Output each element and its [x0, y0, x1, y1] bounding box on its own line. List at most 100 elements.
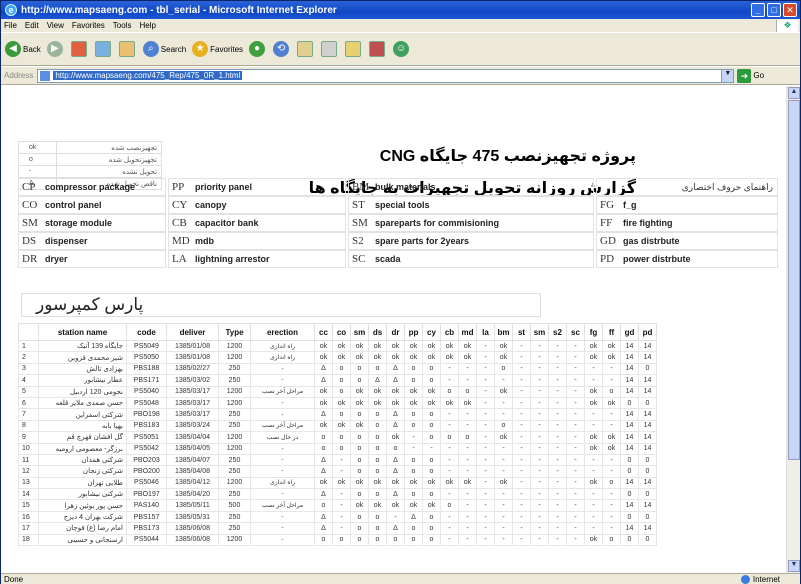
table-cell: o: [350, 488, 369, 501]
address-dropdown-icon[interactable]: ▼: [721, 69, 734, 82]
table-cell: مراحل آخر نصب: [250, 385, 315, 398]
legend-label: تحویل نشده: [56, 165, 162, 178]
table-cell: Δ: [314, 488, 333, 501]
table-cell: برزگر- معصومی ارومیه: [38, 442, 127, 455]
table-cell: ok: [584, 476, 603, 490]
table-cell: ok: [314, 476, 333, 490]
history-button[interactable]: ⟲: [273, 41, 291, 57]
go-button[interactable]: ➜ Go: [737, 68, 764, 83]
table-cell: o: [440, 431, 459, 444]
forward-button[interactable]: ▶: [46, 41, 65, 57]
table-cell: -: [476, 522, 495, 535]
table-cell: Δ: [314, 453, 333, 467]
table-cell: o: [350, 362, 369, 376]
table-cell: -: [530, 362, 549, 376]
table-cell: -: [584, 510, 603, 524]
table-cell: -: [512, 351, 531, 364]
table-cell: 1385/02/27: [166, 362, 219, 376]
menu-help[interactable]: Help: [139, 21, 155, 30]
home-button[interactable]: [118, 41, 137, 57]
table-cell: -: [530, 465, 549, 478]
table-cell: -: [494, 465, 513, 478]
menu-view[interactable]: View: [47, 21, 64, 30]
menu-file[interactable]: File: [4, 21, 17, 30]
table-cell: 250: [218, 419, 251, 433]
table-cell: 10: [18, 442, 39, 455]
table-cell: ok: [422, 385, 441, 398]
minimize-button[interactable]: _: [751, 3, 765, 17]
table-cell: -: [250, 442, 315, 455]
search-button[interactable]: ⌕ Search: [142, 41, 186, 57]
table-cell: -: [250, 408, 315, 421]
table-cell: o: [404, 465, 423, 478]
print-button[interactable]: [321, 41, 339, 57]
legend-row: o تجهیزتحویل شده: [18, 153, 162, 166]
table-cell: -: [458, 488, 477, 501]
favorites-button[interactable]: ★ Favorites: [192, 41, 243, 57]
table-cell: Δ: [404, 510, 423, 524]
table-cell: -: [566, 522, 585, 535]
page-icon: [40, 70, 51, 81]
table-cell: -: [476, 499, 495, 512]
close-button[interactable]: ✕: [783, 3, 797, 17]
menu-bar: File Edit View Favorites Tools Help: [1, 19, 800, 32]
refresh-button[interactable]: [94, 41, 113, 57]
table-cell: o: [422, 522, 441, 535]
table-cell: PS5042: [126, 442, 167, 455]
table-cell: 17: [18, 522, 39, 535]
back-button[interactable]: ◀ Back: [5, 41, 41, 57]
vertical-scrollbar[interactable]: ▲ ▼: [786, 86, 800, 573]
table-cell: ok: [386, 351, 405, 364]
menu-edit[interactable]: Edit: [25, 21, 39, 30]
edit-button[interactable]: [345, 41, 363, 57]
table-cell: o: [368, 453, 387, 467]
messenger-button[interactable]: ☺: [393, 41, 411, 57]
menu-tools[interactable]: Tools: [113, 21, 132, 30]
table-cell: ok: [494, 351, 513, 364]
table-cell: ok: [404, 499, 423, 512]
scroll-up-icon[interactable]: ▲: [788, 87, 800, 99]
table-cell: -: [476, 385, 495, 398]
table-cell: 1200: [218, 431, 251, 444]
table-cell: PBS188: [126, 362, 167, 376]
table-cell: -: [566, 351, 585, 364]
discuss-button[interactable]: [369, 41, 387, 57]
abbreviation-name: compressor package: [45, 182, 136, 192]
table-cell: -: [458, 510, 477, 524]
table-cell: o: [422, 408, 441, 421]
address-input[interactable]: http://www.mapsaeng.com/475_Rep/475_0R_1…: [37, 68, 735, 83]
scroll-down-icon[interactable]: ▼: [788, 560, 800, 572]
stop-button[interactable]: [70, 41, 89, 57]
table-row: 6 حسن صمدی ملایر قلعه PS5048 1385/03/17 1200…: [18, 396, 657, 410]
table-row: 4 عطار نیشابور PBS171 1385/03/02 250- Δo o Δ Δo o…: [18, 374, 657, 387]
abbreviation-code: CP: [22, 181, 36, 193]
abbreviation-name: scada: [375, 254, 401, 264]
mail-button[interactable]: [297, 41, 315, 57]
maximize-button[interactable]: □: [767, 3, 781, 17]
delivery-table: station name code deliver Type erection cc co s…: [18, 323, 657, 547]
table-cell: ok: [314, 351, 333, 364]
media-icon: ●: [249, 41, 266, 57]
table-row: 13 طلایی تهران PS5046 1385/04/12 1200 راه اند…: [18, 476, 657, 490]
table-cell: -: [494, 442, 513, 455]
table-cell: o: [404, 419, 423, 433]
table-cell: o: [368, 522, 387, 535]
table-cell: -: [476, 374, 495, 387]
scroll-thumb[interactable]: [788, 100, 800, 460]
table-cell: 1385/03/02: [166, 374, 219, 387]
address-url[interactable]: http://www.mapsaeng.com/475_Rep/475_0R_1…: [53, 71, 243, 80]
table-cell: 0: [620, 453, 639, 467]
table-row: 9 گل افشان قهرچ قم PS5051 1385/04/04 1200 در …: [18, 431, 657, 444]
abbreviation-code: DR: [22, 253, 38, 265]
table-cell: -: [566, 385, 585, 398]
abbreviation-item: CY canopy: [168, 196, 346, 214]
column-header: ds: [368, 323, 387, 341]
table-row: 12 شرکتی زنجان PBO200 1385/04/08 250- Δ - o o Δo o…: [18, 465, 657, 478]
table-cell: 14: [620, 351, 639, 364]
table-cell: -: [476, 476, 495, 490]
abbreviation-item: PP priority panel: [168, 178, 346, 196]
media-button[interactable]: ●: [249, 41, 267, 57]
menu-favorites[interactable]: Favorites: [72, 21, 105, 30]
table-cell: ok: [368, 396, 387, 410]
table-cell: o: [350, 453, 369, 467]
